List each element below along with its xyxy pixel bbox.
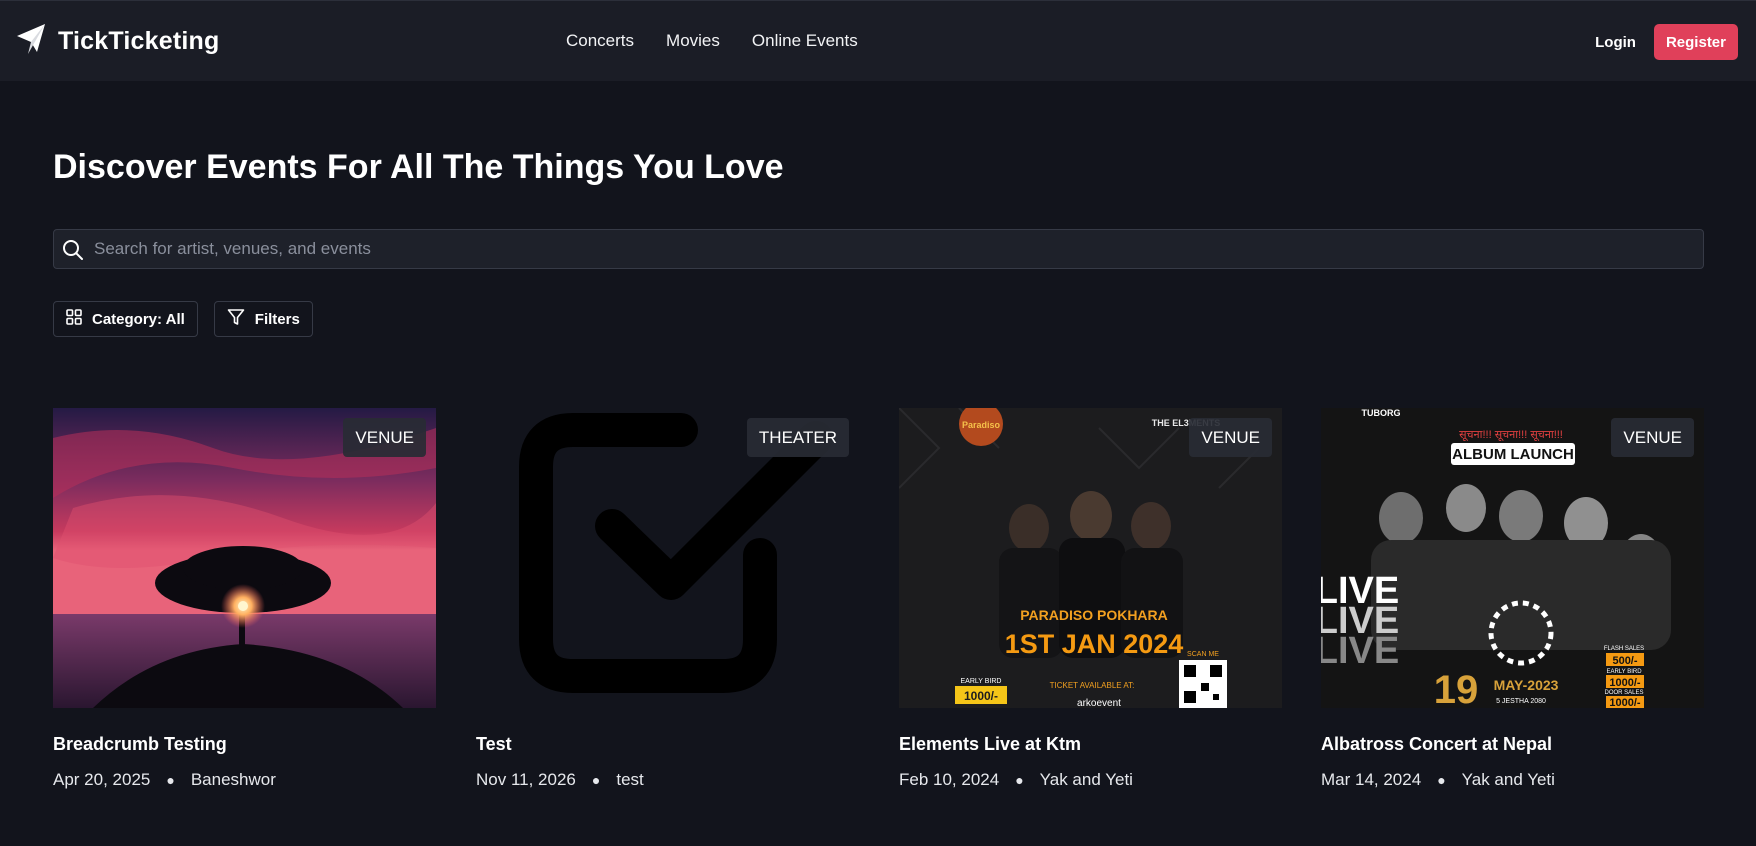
poster-venue-logo: Paradiso xyxy=(962,420,1001,430)
poster-early-bird: EARLY BIRD xyxy=(961,678,1002,685)
event-date: Apr 20, 2025 xyxy=(53,770,151,789)
event-location: test xyxy=(616,770,644,789)
event-date: Mar 14, 2024 xyxy=(1321,770,1422,789)
page-title: Discover Events For All The Things You L… xyxy=(53,148,784,186)
event-card[interactable]: THEATER Test Nov 11, 2026 ● test xyxy=(476,408,859,790)
poster-price-2: 1000/- xyxy=(1609,677,1641,689)
poster-sponsor: TUBORG xyxy=(1362,408,1401,418)
poster-month: MAY-2023 xyxy=(1494,677,1559,693)
event-card[interactable]: Paradiso THE EL3MENTS PARADISO POKHARA 1… xyxy=(899,408,1282,790)
separator-dot: ● xyxy=(591,772,601,788)
event-type-badge: VENUE xyxy=(1189,418,1272,457)
event-location: Baneshwor xyxy=(190,770,276,789)
poster-day: 19 xyxy=(1434,668,1479,708)
event-meta: Feb 10, 2024 ● Yak and Yeti xyxy=(899,770,1282,790)
poster-headline: PARADISO POKHARA xyxy=(1020,607,1168,623)
event-date: Nov 11, 2026 xyxy=(476,770,576,789)
nav-link-online-events[interactable]: Online Events xyxy=(752,31,858,51)
auth-actions: Login Register xyxy=(1595,24,1738,60)
filters-label: Filters xyxy=(254,310,300,328)
filter-funnel-icon xyxy=(227,308,245,330)
event-type-badge: VENUE xyxy=(1611,418,1694,457)
paper-plane-icon xyxy=(16,23,46,60)
poster-date: 1ST JAN 2024 xyxy=(1005,629,1184,659)
event-date: Feb 10, 2024 xyxy=(899,770,1000,789)
poster-tickets: TICKET AVAILABLE AT: xyxy=(1050,681,1135,690)
filter-bar: Category: All Filters xyxy=(53,301,313,337)
poster-notice: सूचना!!! सूचना!!! सूचना!!! xyxy=(1459,429,1563,442)
separator-dot: ● xyxy=(1437,772,1446,788)
event-image-concert-poster[interactable]: Paradiso THE EL3MENTS PARADISO POKHARA 1… xyxy=(899,408,1282,708)
event-title[interactable]: Breadcrumb Testing xyxy=(53,734,436,755)
poster-flash: FLASH SALES xyxy=(1604,646,1644,652)
event-title[interactable]: Test xyxy=(476,734,859,755)
poster-price-1: 500/- xyxy=(1612,655,1637,667)
event-meta: Mar 14, 2024 ● Yak and Yeti xyxy=(1321,770,1704,790)
main-nav: Concerts Movies Online Events xyxy=(566,31,858,51)
search-input[interactable] xyxy=(94,230,1694,268)
poster-price: 1000/- xyxy=(964,689,998,703)
poster-live-3: LIVE xyxy=(1321,630,1399,672)
event-location: Yak and Yeti xyxy=(1039,770,1133,789)
nav-link-concerts[interactable]: Concerts xyxy=(566,31,634,51)
search-icon xyxy=(62,239,84,266)
poster-nepali-date: 5 JESTHA 2080 xyxy=(1496,698,1546,705)
event-type-badge: THEATER xyxy=(746,418,849,457)
event-card[interactable]: TUBORG सूचना!!! सूचना!!! सूचना!!! ALBUM … xyxy=(1321,408,1704,790)
register-button[interactable]: Register xyxy=(1653,24,1738,60)
grid-icon xyxy=(66,309,82,329)
brand-name: TickTicketing xyxy=(58,27,220,55)
event-title[interactable]: Albatross Concert at Nepal xyxy=(1321,734,1704,755)
event-image-sunset-tree[interactable]: VENUE xyxy=(53,408,436,708)
event-meta: Nov 11, 2026 ● test xyxy=(476,770,859,790)
search-bar xyxy=(53,229,1704,269)
nav-link-movies[interactable]: Movies xyxy=(666,31,720,51)
login-link[interactable]: Login xyxy=(1595,34,1636,51)
poster-headline: ALBUM LAUNCH xyxy=(1452,446,1574,463)
poster-scan: SCAN ME xyxy=(1187,651,1219,658)
brand[interactable]: TickTicketing xyxy=(16,23,219,60)
separator-dot: ● xyxy=(1015,772,1024,788)
filters-button[interactable]: Filters xyxy=(213,301,313,337)
event-image-album-launch-poster[interactable]: TUBORG सूचना!!! सूचना!!! सूचना!!! ALBUM … xyxy=(1321,408,1704,708)
checkbox-placeholder-icon[interactable]: THEATER xyxy=(476,408,859,708)
top-navbar: TickTicketing Concerts Movies Online Eve… xyxy=(0,0,1756,81)
event-title[interactable]: Elements Live at Ktm xyxy=(899,734,1282,755)
poster-door: DOOR SALES xyxy=(1604,690,1643,696)
event-meta: Apr 20, 2025 ● Baneshwor xyxy=(53,770,436,790)
poster-partner: arkoevent xyxy=(1077,698,1121,708)
separator-dot: ● xyxy=(166,772,175,788)
event-type-badge: VENUE xyxy=(343,418,426,457)
event-card[interactable]: VENUE Breadcrumb Testing Apr 20, 2025 ● … xyxy=(53,408,436,790)
poster-price-3: 1000/- xyxy=(1609,697,1641,708)
category-button[interactable]: Category: All xyxy=(53,301,198,337)
poster-early: EARLY BIRD xyxy=(1606,669,1642,675)
event-location: Yak and Yeti xyxy=(1461,770,1555,789)
category-label: Category: All xyxy=(92,310,185,328)
